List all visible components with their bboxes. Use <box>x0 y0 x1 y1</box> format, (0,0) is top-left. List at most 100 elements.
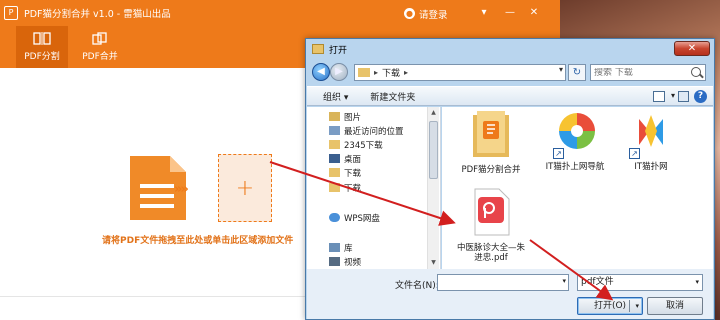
breadcrumb-folder[interactable]: 下载 <box>382 66 400 79</box>
dialog-titlebar: 打开 ✕ <box>306 39 714 59</box>
dialog-footer: 文件名(N): ▾ pdf文件 ▾ 打开(O) ▾ 取消 <box>307 269 713 319</box>
navigation-pane: 图片 最近访问的位置 2345下载 桌面 下载 下载 WPS网盘 库 视频 ▲ … <box>307 107 441 269</box>
nav-item-library[interactable]: 库 <box>329 241 353 254</box>
search-input[interactable] <box>594 67 690 78</box>
chevron-right-icon: »» <box>174 182 189 197</box>
login-button[interactable]: ● 请登录 <box>398 5 454 22</box>
back-button[interactable]: ◀ <box>312 63 330 81</box>
nav-item-label: 桌面 <box>344 154 362 165</box>
file-name: IT猫扑上网导航 <box>545 162 605 172</box>
filetype-value: pdf文件 <box>581 277 614 287</box>
folder-icon <box>329 168 340 177</box>
address-bar[interactable]: ▸ 下载 ▸ ▾ <box>354 64 566 81</box>
folder-icon <box>329 140 340 149</box>
cancel-button[interactable]: 取消 <box>647 297 703 315</box>
open-button[interactable]: 打开(O) ▾ <box>577 297 643 315</box>
it-maopu-icon: ↗ <box>629 109 673 159</box>
nav-item-pictures[interactable]: 图片 <box>329 110 361 123</box>
folder-icon <box>329 183 340 192</box>
pdf-split-merge-folder-icon <box>473 111 509 157</box>
shortcut-arrow-icon: ↗ <box>629 148 640 159</box>
file-list: PDF猫分割合并 ↗ IT猫扑上网导航 ↗ IT猫扑网 中医脉诊大全—朱进忠.p… <box>442 107 713 269</box>
view-dropdown-icon[interactable]: ▾ <box>671 91 675 100</box>
cloud-icon <box>329 213 340 222</box>
address-row: ◀ ▶ ▸ 下载 ▸ ▾ ↻ <box>310 63 710 83</box>
open-file-dialog: 打开 ✕ ◀ ▶ ▸ 下载 ▸ ▾ ↻ 组织 ▾ 新建文件夹 ▾ ? 图片 <box>305 38 715 320</box>
help-icon[interactable]: ? <box>694 90 707 103</box>
preview-pane-icon[interactable] <box>678 91 689 102</box>
filename-input[interactable]: ▾ <box>437 274 569 291</box>
breadcrumb-arrow-icon: ▸ <box>374 68 379 77</box>
nav-item-video[interactable]: 视频 <box>329 255 361 268</box>
tab-pdf-split[interactable]: PDF分割 <box>16 26 68 68</box>
minimize-icon[interactable]: — <box>504 7 516 19</box>
file-item-it-maopu[interactable]: ↗ IT猫扑网 <box>614 109 688 172</box>
pictures-icon <box>329 112 340 121</box>
organize-menu[interactable]: 组织 ▾ <box>323 90 348 103</box>
view-icon[interactable] <box>653 91 665 102</box>
refresh-button[interactable]: ↻ <box>568 64 586 81</box>
scroll-thumb[interactable] <box>429 121 438 179</box>
nav-item-downloads-2[interactable]: 下载 <box>329 181 361 194</box>
app-logo-icon: P <box>4 6 18 20</box>
open-button-label: 打开(O) <box>593 301 627 311</box>
forward-button[interactable]: ▶ <box>330 63 348 81</box>
nav-item-recent[interactable]: 最近访问的位置 <box>329 124 404 137</box>
nav-scrollbar[interactable]: ▲ ▼ <box>427 107 439 269</box>
scroll-up-icon[interactable]: ▲ <box>428 107 439 119</box>
search-box <box>590 64 706 81</box>
tab-pdf-merge[interactable]: PDF合并 <box>74 26 126 68</box>
dropzone-hint[interactable]: 请将PDF文件拖拽至此处或单击此区域添加文件 <box>102 233 293 246</box>
file-item-it-navigation[interactable]: ↗ IT猫扑上网导航 <box>538 109 612 172</box>
recent-places-icon <box>329 126 340 135</box>
file-name: PDF猫分割合并 <box>461 165 521 175</box>
filename-label: 文件名(N): <box>395 281 439 291</box>
browser-shortcut-icon: ↗ <box>553 109 597 159</box>
shortcut-arrow-icon: ↗ <box>553 148 564 159</box>
open-dropdown-icon[interactable]: ▾ <box>635 298 639 314</box>
divider <box>629 300 630 312</box>
file-name: 中医脉诊大全—朱进忠.pdf <box>456 243 525 263</box>
breadcrumb-arrow-icon: ▸ <box>404 68 409 77</box>
search-icon <box>691 67 701 77</box>
nav-item-label: 图片 <box>344 112 362 123</box>
nav-item-label: 下载 <box>344 168 362 179</box>
file-name: IT猫扑网 <box>634 162 668 172</box>
tab-label: PDF分割 <box>24 52 60 62</box>
new-folder-button[interactable]: 新建文件夹 <box>370 90 415 103</box>
folder-icon <box>312 44 324 54</box>
scroll-down-icon[interactable]: ▼ <box>428 257 439 269</box>
app-titlebar: P PDF猫分割合并 v1.0 - 雷猫山出品 ● 请登录 ▾ — ✕ <box>0 0 560 26</box>
filetype-select[interactable]: pdf文件 ▾ <box>577 274 703 291</box>
folder-icon <box>358 68 370 77</box>
file-item-pdf-split-merge[interactable]: PDF猫分割合并 <box>454 109 528 175</box>
video-icon <box>329 257 340 266</box>
library-icon <box>329 243 340 252</box>
tab-label: PDF合并 <box>82 52 118 62</box>
nav-item-label: 库 <box>344 243 353 254</box>
nav-item-2345[interactable]: 2345下载 <box>329 138 383 151</box>
nav-item-downloads[interactable]: 下载 <box>329 166 361 179</box>
divider <box>0 296 310 297</box>
nav-item-label: 最近访问的位置 <box>344 126 404 137</box>
nav-item-label: 2345下载 <box>344 140 383 151</box>
nav-item-wps-cloud[interactable]: WPS网盘 <box>329 211 380 224</box>
desktop-icon <box>329 154 340 163</box>
dialog-close-button[interactable]: ✕ <box>674 41 710 56</box>
menu-icon[interactable]: ▾ <box>478 7 490 19</box>
pdf-file-icon <box>474 188 510 236</box>
filename-dropdown-icon[interactable]: ▾ <box>562 277 566 285</box>
address-dropdown-icon[interactable]: ▾ <box>559 65 563 74</box>
dialog-title: 打开 <box>329 45 348 56</box>
file-item-pdf-document[interactable]: 中医脉诊大全—朱进忠.pdf <box>454 187 528 263</box>
close-app-icon[interactable]: ✕ <box>528 7 540 19</box>
nav-item-label: 下载 <box>344 183 362 194</box>
add-file-dropzone[interactable]: + <box>218 154 272 222</box>
merge-icon <box>92 32 107 45</box>
app-title: PDF猫分割合并 v1.0 - 雷猫山出品 <box>24 9 171 20</box>
command-bar: 组织 ▾ 新建文件夹 ▾ ? <box>307 86 713 106</box>
nav-item-label: 视频 <box>344 257 362 268</box>
user-icon: ● <box>404 8 415 19</box>
nav-item-desktop[interactable]: 桌面 <box>329 152 361 165</box>
login-label: 请登录 <box>419 9 448 21</box>
